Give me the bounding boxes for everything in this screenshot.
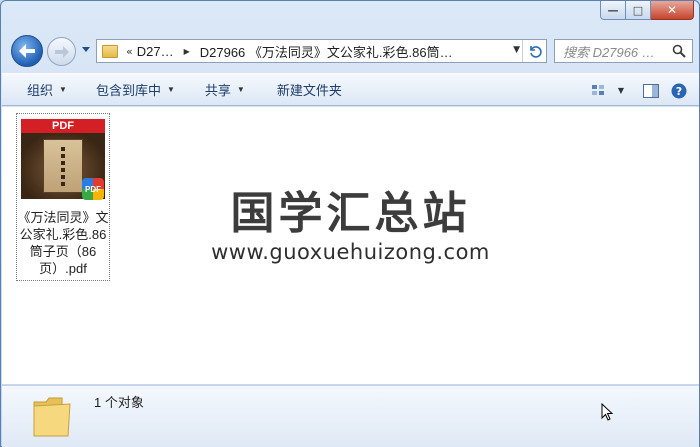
item-count: 1 个对象 — [94, 395, 144, 410]
include-in-library-menu[interactable]: 包含到库中 ▼ — [86, 77, 185, 103]
toolbar-right: ▼ ? — [585, 74, 699, 107]
back-arrow-icon — [19, 44, 35, 58]
thumbnail-label: PDF — [21, 119, 105, 133]
folder-icon — [33, 397, 71, 437]
minimize-icon: — — [607, 3, 619, 17]
command-bar: 组织 ▼ 包含到库中 ▼ 共享 ▼ 新建文件夹 ▼ ? — [2, 73, 699, 106]
organize-menu[interactable]: 组织 ▼ — [2, 77, 77, 103]
breadcrumb-current[interactable]: D27966 《万法同灵》文公家礼.彩色.86筒… — [200, 42, 453, 61]
view-grid-icon — [592, 84, 604, 95]
search-icon[interactable] — [672, 44, 686, 58]
chevron-down-icon: ▼ — [236, 85, 245, 94]
recent-pages-dropdown[interactable] — [80, 44, 92, 56]
address-dropdown-icon[interactable]: ▼ — [513, 45, 520, 55]
preview-pane-icon — [643, 83, 659, 98]
explorer-window: — □ ✕ « D27… ▶ D27966 《万法同灵》文公家礼.彩色.86筒…… — [0, 0, 700, 447]
mouse-cursor-icon — [601, 403, 613, 421]
watermark-url: www.guoxuehuizong.com — [211, 240, 490, 264]
details-pane: 1 个对象 — [2, 385, 699, 447]
help-button[interactable]: ? — [665, 78, 693, 104]
view-options-button[interactable] — [585, 78, 613, 104]
caption-buttons: — □ ✕ — [600, 1, 694, 21]
chevron-down-icon — [82, 47, 90, 52]
new-folder-button[interactable]: 新建文件夹 — [267, 77, 352, 103]
file-list[interactable]: PDF PDF 《万法同灵》文公家礼.彩色.86筒子页（86页）.pdf 国学汇… — [2, 107, 699, 384]
close-button[interactable]: ✕ — [651, 1, 694, 20]
organize-label: 组织 — [27, 83, 54, 98]
chevron-down-icon: ▼ — [59, 85, 67, 94]
overflow-chevrons[interactable]: « — [126, 45, 133, 58]
close-icon: ✕ — [666, 3, 678, 17]
share-menu[interactable]: 共享 ▼ — [195, 77, 255, 103]
help-icon: ? — [671, 83, 687, 98]
view-dropdown-button[interactable]: ▼ — [613, 78, 629, 104]
search-box[interactable]: 搜索 D27966 … — [554, 39, 693, 63]
chevron-down-icon: ▼ — [166, 85, 175, 94]
preview-pane-button[interactable] — [637, 78, 665, 104]
folder-icon — [102, 44, 118, 58]
watermark-title: 国学汇总站 — [230, 188, 471, 239]
refresh-button[interactable] — [522, 40, 546, 62]
new-folder-label: 新建文件夹 — [276, 83, 342, 98]
include-in-library-label: 包含到库中 — [95, 83, 161, 98]
share-label: 共享 — [204, 83, 231, 98]
search-input[interactable]: 搜索 D27966 … — [563, 42, 671, 61]
forward-button[interactable] — [47, 37, 76, 66]
maximize-icon: □ — [632, 3, 644, 17]
refresh-icon — [529, 46, 542, 58]
breadcrumb-separator-icon[interactable]: ▶ — [184, 47, 190, 56]
maximize-button[interactable]: □ — [626, 1, 651, 20]
breadcrumb-parent[interactable]: D27… — [137, 44, 174, 59]
chevron-down-icon: ▼ — [617, 86, 625, 95]
address-bar[interactable]: « D27… ▶ D27966 《万法同灵》文公家礼.彩色.86筒… ▼ — [96, 39, 547, 63]
minimize-button[interactable]: — — [600, 1, 626, 20]
svg-text:?: ? — [676, 85, 682, 98]
back-button[interactable] — [11, 35, 43, 67]
forward-arrow-icon — [54, 45, 69, 58]
